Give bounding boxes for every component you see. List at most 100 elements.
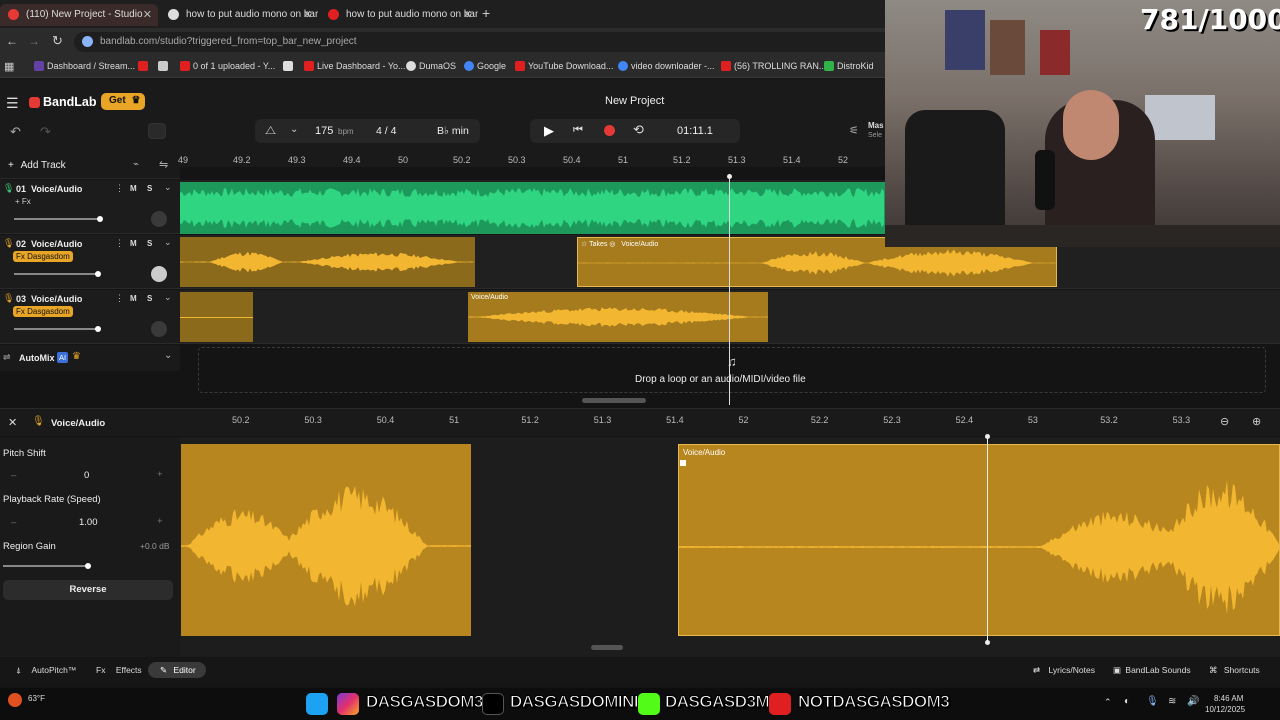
clock-time[interactable]: 8:46 AM (1214, 694, 1243, 703)
bookmark-item[interactable]: DumaOS (406, 61, 456, 71)
plus-button[interactable]: + (157, 516, 163, 527)
loop-icon[interactable]: ⟲ (633, 122, 644, 138)
bookmark-item[interactable]: Live Dashboard - Yo... (304, 61, 406, 71)
key-value[interactable]: B♭ min (437, 125, 469, 137)
record-icon[interactable] (604, 125, 615, 136)
close-icon[interactable]: ✕ (143, 8, 152, 21)
playback-rate-value[interactable]: 1.00 (79, 517, 98, 528)
site-info-icon[interactable] (82, 36, 93, 47)
minus-button[interactable]: – (11, 517, 16, 528)
metronome-icon[interactable]: ⧍ (265, 123, 276, 138)
mic-tray-icon[interactable]: 🎙 (1146, 696, 1159, 707)
apps-grid-icon[interactable]: ▦ (4, 60, 14, 73)
chevron-down-icon[interactable]: ⌄ (164, 350, 172, 361)
volume-icon[interactable]: 🔊 (1187, 696, 1199, 707)
volume-slider[interactable] (14, 328, 100, 330)
redo-icon[interactable]: ↷ (40, 124, 51, 140)
playback-rate-stepper[interactable]: – 1.00 + (3, 514, 173, 532)
chevron-down-icon[interactable]: ⌄ (290, 124, 298, 135)
track-settings-icon[interactable]: ⇋ (159, 158, 168, 171)
more-options-icon[interactable]: ⋮ (115, 238, 124, 249)
menu-icon[interactable]: ☰ (6, 95, 19, 112)
bookmark-item[interactable]: video downloader -... (618, 61, 715, 71)
tempo-value[interactable]: 175 (315, 125, 333, 137)
lyrics-button[interactable]: ⇄ Lyrics/Notes (1033, 665, 1095, 676)
time-signature[interactable]: 4 / 4 (376, 125, 396, 137)
editor-ruler[interactable]: ⊖ ⊕ 50.2 50.3 50.4 51 51.2 51.3 51.4 52 52.2 52.3… (180, 408, 1280, 436)
playhead[interactable] (729, 177, 730, 405)
solo-button[interactable]: S (147, 294, 152, 303)
play-icon[interactable]: ▶ (544, 123, 554, 139)
chevron-down-icon[interactable]: ⌄ (164, 292, 172, 303)
solo-button[interactable]: S (147, 239, 152, 248)
skip-back-icon[interactable]: ⏮ (573, 124, 583, 137)
plus-button[interactable]: + (157, 469, 163, 480)
editor-button[interactable]: ✎ Editor (148, 662, 206, 678)
volume-slider-handle[interactable] (97, 216, 103, 222)
mixer-icon[interactable]: ⚟ (849, 124, 859, 137)
editor-playhead[interactable] (987, 437, 988, 643)
wifi-icon[interactable]: ≋ (1168, 696, 1176, 707)
effects-button[interactable]: Fx Effects (96, 665, 142, 675)
zoom-out-icon[interactable]: ⊖ (1220, 415, 1229, 428)
close-icon[interactable]: ✕ (303, 8, 312, 21)
pan-knob[interactable] (151, 211, 167, 227)
chevron-down-icon[interactable]: ⌄ (164, 182, 172, 193)
browser-tab-studio[interactable]: (110) New Project - Studio ✕ (0, 4, 158, 26)
gold-clip[interactable] (180, 292, 253, 342)
editor-waveform-area[interactable]: Voice/Audio (180, 434, 1280, 657)
get-button[interactable]: Get ♛ (101, 93, 145, 110)
new-tab-button[interactable]: + (482, 5, 490, 21)
metronome-tool-icon[interactable] (148, 123, 166, 139)
bookmark-item[interactable]: YouTube Download... (515, 61, 613, 71)
track-name[interactable]: Voice/Audio (31, 294, 82, 304)
volume-slider[interactable] (14, 273, 100, 275)
close-icon[interactable]: ✕ (463, 8, 472, 21)
bookmark-item[interactable]: Google (464, 61, 506, 71)
add-track-button[interactable]: + Add Track (8, 160, 66, 171)
region-gain-slider[interactable] (3, 565, 89, 567)
zoom-in-icon[interactable]: ⊕ (1252, 415, 1261, 428)
pan-knob[interactable] (151, 321, 167, 337)
browser-tab-search-2[interactable]: how to put audio mono on ban ✕ (320, 4, 478, 26)
reload-icon[interactable]: ↻ (52, 33, 63, 49)
shortcuts-button[interactable]: ⌘ Shortcuts (1209, 665, 1260, 676)
back-icon[interactable]: ← (6, 34, 18, 48)
pan-knob[interactable] (151, 266, 167, 282)
editor-scrollbar[interactable] (591, 645, 623, 650)
chevron-up-icon[interactable]: ⌃ (1104, 697, 1112, 708)
region-gain-handle[interactable] (85, 563, 91, 569)
fx-preset-badge[interactable]: Fx Dasgasdom (13, 251, 73, 262)
track-header-3[interactable]: 🎙 03 Voice/Audio ⋮ M S ⌄ Fx Dasgasdom (0, 290, 180, 344)
minus-button[interactable]: – (11, 470, 16, 481)
autopitch-button[interactable]: ⍋ AutoPitch™ (16, 665, 76, 676)
mute-button[interactable]: M (130, 239, 137, 248)
volume-slider-handle[interactable] (95, 271, 101, 277)
volume-slider-handle[interactable] (95, 326, 101, 332)
bandlab-sounds-button[interactable]: ▣ BandLab Sounds (1113, 665, 1191, 676)
pitch-shift-value[interactable]: 0 (84, 470, 89, 481)
add-fx-button[interactable]: + Fx (15, 197, 31, 206)
more-options-icon[interactable]: ⋮ (115, 183, 124, 194)
track-header-2[interactable]: 🎙 02 Voice/Audio ⋮ M S ⌄ Fx Dasgasdom (0, 235, 180, 289)
editor-clip-right[interactable]: Voice/Audio (678, 444, 1280, 636)
gold-waveform-clip[interactable] (180, 235, 475, 289)
master-label[interactable]: Mas (868, 121, 884, 130)
automix-row[interactable]: ⇌ AutoMix AI ♛ ⌄ (0, 345, 180, 371)
horizontal-scrollbar[interactable] (582, 398, 646, 403)
fx-preset-badge[interactable]: Fx Dasgasdom (13, 306, 73, 317)
reverse-button[interactable]: Reverse (3, 580, 173, 600)
drop-zone[interactable]: ♫ Drop a loop or an audio/MIDI/video fil… (198, 347, 1266, 393)
mute-button[interactable]: M (130, 184, 137, 193)
tray-icon[interactable]: ◐ (1124, 696, 1130, 707)
browser-tab-search-1[interactable]: how to put audio mono on bar ✕ (160, 4, 318, 26)
playhead-handle[interactable] (727, 174, 732, 179)
mute-button[interactable]: M (130, 294, 137, 303)
chevron-down-icon[interactable]: ⌄ (164, 237, 172, 248)
bookmark-item[interactable]: (56) TROLLING RAN... (721, 61, 826, 71)
pitch-shift-stepper[interactable]: – 0 + (3, 467, 173, 485)
track-name[interactable]: Voice/Audio (31, 239, 82, 249)
voice-audio-clip[interactable]: Voice/Audio (468, 292, 768, 342)
bookmark-item[interactable]: 0 of 1 uploaded - Y... (180, 61, 275, 71)
editor-clip-left[interactable] (181, 444, 471, 636)
